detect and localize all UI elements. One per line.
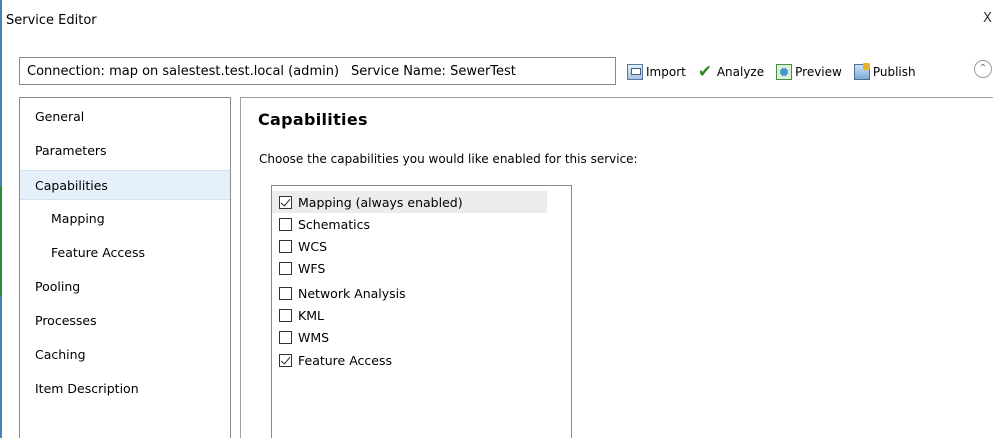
analyze-label: Analyze: [716, 65, 765, 79]
preview-label: Preview: [795, 65, 842, 79]
capability-label: Schematics: [298, 216, 371, 232]
window-left-edge-accent: [0, 186, 2, 296]
publish-icon: [853, 63, 870, 80]
capability-kml[interactable]: KML: [272, 304, 547, 326]
capability-label: WMS: [298, 329, 330, 345]
capability-label: KML: [298, 307, 324, 323]
capability-checkbox[interactable]: [279, 353, 292, 367]
import-icon: [627, 64, 643, 80]
sidebar-nav: General Parameters Capabilities Mapping …: [19, 97, 231, 438]
capability-checkbox[interactable]: [279, 195, 292, 209]
sidebar-item-parameters[interactable]: Parameters: [20, 136, 230, 166]
capability-wfs[interactable]: WFS: [272, 257, 547, 279]
page-title: Capabilities: [258, 110, 368, 129]
connection-text: Connection: map on salestest.test.local …: [27, 63, 340, 79]
capability-label: Network Analysis: [298, 285, 406, 301]
capability-wcs[interactable]: WCS: [272, 235, 547, 257]
connection-info-field: Connection: map on salestest.test.local …: [19, 57, 616, 85]
capability-checkbox[interactable]: [279, 308, 292, 322]
analyze-button[interactable]: ✔ Analyze: [697, 62, 765, 82]
capability-mapping[interactable]: Mapping (always enabled): [272, 191, 547, 213]
capability-checkbox[interactable]: [279, 239, 292, 253]
capability-label: Mapping (always enabled): [298, 194, 463, 210]
preview-button[interactable]: Preview: [776, 64, 842, 80]
import-label: Import: [646, 65, 686, 79]
capability-schematics[interactable]: Schematics: [272, 213, 547, 235]
capability-network-analysis[interactable]: Network Analysis: [272, 282, 547, 304]
capability-checkbox[interactable]: [279, 286, 292, 300]
service-name-text: Service Name: SewerTest: [351, 63, 516, 79]
publish-button[interactable]: Publish: [853, 63, 916, 80]
publish-label: Publish: [872, 65, 916, 79]
sidebar-item-item-description[interactable]: Item Description: [20, 374, 230, 404]
toolbar: Import ✔ Analyze Preview Publish: [627, 61, 928, 83]
sidebar-item-processes[interactable]: Processes: [20, 306, 230, 336]
capability-wms[interactable]: WMS: [272, 326, 547, 348]
window-title: Service Editor: [6, 13, 97, 28]
sidebar-item-general[interactable]: General: [20, 102, 230, 132]
capabilities-description: Choose the capabilities you would like e…: [259, 152, 638, 166]
sidebar-item-feature-access[interactable]: Feature Access: [20, 238, 230, 268]
capabilities-list: Mapping (always enabled) Schematics WCS …: [271, 185, 572, 438]
checkmark-icon: ✔: [697, 62, 713, 82]
sidebar-item-mapping[interactable]: Mapping: [20, 204, 230, 234]
capability-checkbox[interactable]: [279, 330, 292, 344]
sidebar-item-caching[interactable]: Caching: [20, 340, 230, 370]
close-button[interactable]: X: [983, 11, 992, 26]
capability-checkbox[interactable]: [279, 217, 292, 231]
sidebar-item-pooling[interactable]: Pooling: [20, 272, 230, 302]
sidebar-item-capabilities[interactable]: Capabilities: [20, 170, 230, 200]
import-button[interactable]: Import: [627, 64, 686, 80]
capability-label: WCS: [298, 238, 328, 254]
capability-label: Feature Access: [298, 352, 393, 368]
capability-checkbox[interactable]: [279, 261, 292, 275]
preview-icon: [776, 64, 793, 80]
capability-feature-access[interactable]: Feature Access: [272, 349, 547, 371]
capability-label: WFS: [298, 260, 326, 276]
collapse-toolbar-button[interactable]: ⌃: [974, 60, 992, 78]
